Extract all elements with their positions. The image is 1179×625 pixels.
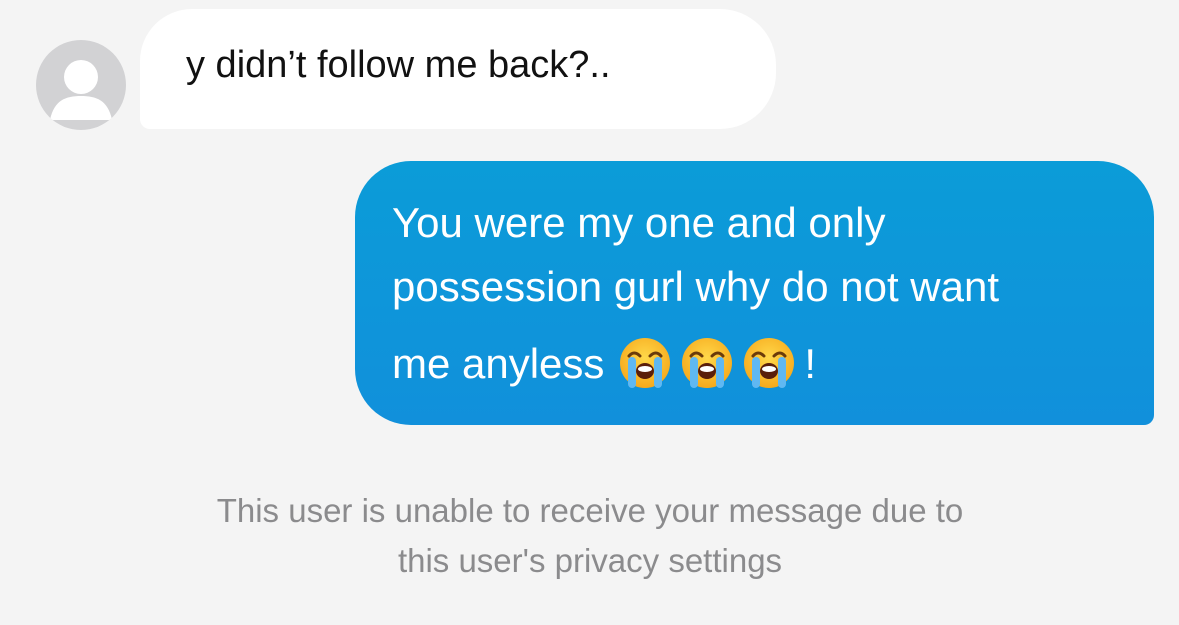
outgoing-message-line-3: me anyless !	[392, 322, 1134, 402]
outgoing-message-bubble[interactable]: You were my one and only possession gurl…	[355, 161, 1154, 425]
avatar[interactable]	[36, 40, 126, 130]
outgoing-message-suffix: !	[804, 340, 817, 387]
outgoing-message-line-1: You were my one and only	[392, 199, 886, 246]
loudly-crying-face-icon	[618, 336, 672, 390]
default-user-icon	[50, 60, 112, 120]
privacy-notice: This user is unable to receive your mess…	[90, 486, 1090, 586]
loudly-crying-face-icon	[742, 336, 796, 390]
privacy-notice-line-2: this user's privacy settings	[397, 542, 783, 579]
loudly-crying-face-icon	[680, 336, 734, 390]
privacy-notice-line-1: This user is unable to receive your mess…	[216, 492, 964, 529]
incoming-message-bubble[interactable]: y didn’t follow me back?..	[140, 9, 776, 129]
outgoing-message-line-2: possession gurl why do not want	[392, 263, 1000, 310]
incoming-message-text: y didn’t follow me back?..	[186, 43, 611, 86]
outgoing-message-line-3-text: me anyless	[392, 340, 605, 387]
